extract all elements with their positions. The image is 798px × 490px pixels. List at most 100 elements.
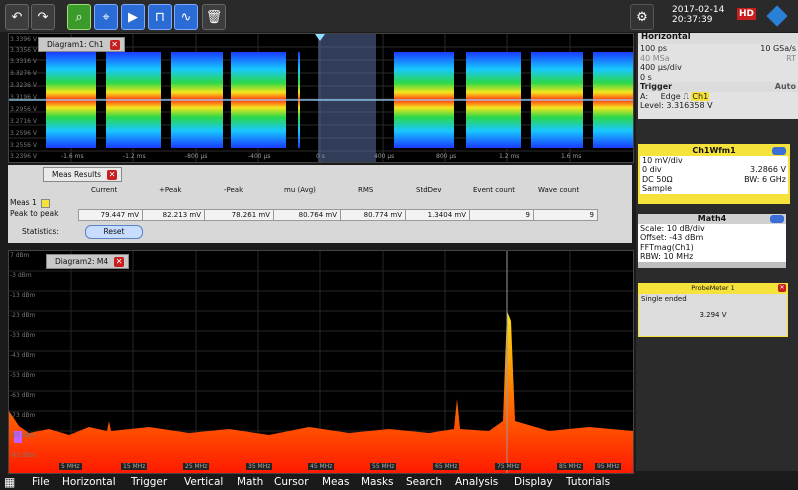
probemeter-box[interactable]: ProbeMeter 1 ✕ Single ended 3.294 V [638,283,788,337]
rohde-schwarz-logo-icon [766,5,788,27]
value-cell: 9 [533,209,598,221]
x-label: 55 MHz [370,463,397,470]
menu-cursor[interactable]: Cursor [274,476,309,488]
value-cell: 79.447 mV [78,209,143,221]
menu-meas[interactable]: Meas [322,476,349,488]
time-text: 20:37:39 [672,15,713,25]
redo-button[interactable]: ↷ [31,4,55,30]
meas-results-tab[interactable]: Meas Results ✕ [43,167,123,182]
col-header: Current [91,186,118,194]
ch1-bandwidth: BW: 6 GHz [744,174,786,184]
toolbar: ↶ ↷ ⌕ ⌖ ▶ ⊓ ∿ 🗑 ⚙ 2017-02-14 20:37:39 HD [0,0,798,32]
menu-math[interactable]: Math [237,476,263,488]
x-label: -1.6 ms [61,153,84,160]
close-icon[interactable]: ✕ [107,169,118,180]
record-length: 40 MSa [640,53,670,63]
y-label: -83 dBm [10,432,36,439]
value-cell: 78.261 mV [204,209,274,221]
close-icon[interactable]: ✕ [114,256,125,267]
menu-tutorials[interactable]: Tutorials [566,476,610,488]
math4-box[interactable]: Math4 Scale: 10 dB/div Offset: -43 dBm F… [638,214,786,268]
marker-button[interactable]: ▶ [121,4,145,30]
fft-button[interactable]: ∿ [174,4,198,30]
x-label: -800 µs [185,153,208,160]
y-label: -93 dBm [10,452,36,459]
menu-trigger[interactable]: Trigger [131,476,167,488]
y-label: -43 dBm [10,352,36,359]
x-label: 25 MHz [183,463,210,470]
ch1wfm-box[interactable]: Ch1Wfm1 10 mV/div 0 div 3.2866 V DC 50Ω BW… [638,144,790,204]
undo-button[interactable]: ↶ [5,4,29,30]
math4-title: Math4 [697,214,727,223]
x-label: 95 MHz [595,463,622,470]
zoom-button[interactable]: ⌕ [67,4,91,30]
minimize-icon[interactable] [772,147,786,155]
value-cell: 80.764 mV [273,209,341,221]
x-label: 45 MHz [308,463,335,470]
col-header: +Peak [159,186,182,194]
diagram2-spectrum [9,251,633,473]
diagram2-panel[interactable]: Diagram2: M4 ✕ 7 dBm -3 dBm -13 dBm -23 … [8,250,634,474]
diagram1-tab[interactable]: Diagram1: Ch1 ✕ [38,37,125,52]
apps-grid-icon[interactable]: ▦ [4,475,15,489]
value-cell: 80.774 mV [340,209,406,221]
settings-button[interactable]: ⚙ [630,4,654,30]
statistics-label: Statistics: [22,227,59,236]
trigger-type: Edge [660,91,681,101]
y-label: 7 dBm [10,252,30,259]
menu-analysis[interactable]: Analysis [455,476,498,488]
menu-file[interactable]: File [32,476,50,488]
diagram2-tab[interactable]: Diagram2: M4 ✕ [46,254,130,269]
y-label: 3.2556 V [10,142,38,149]
x-label: 800 µs [436,153,457,160]
acq-mode: RT [786,53,796,63]
y-label: 3.2596 V [10,130,38,137]
value-cell: 82.213 mV [142,209,205,221]
menu-horizontal[interactable]: Horizontal [62,476,116,488]
trigger-mode: Auto [774,82,796,91]
hd-badge[interactable]: HD [737,8,757,20]
meas-results-panel: Meas Results ✕ Current +Peak -Peak mu (A… [8,165,632,243]
reset-button[interactable]: Reset [85,225,143,239]
ch1-mode: Sample [642,184,672,193]
x-label: -1.2 ms [123,153,146,160]
trigger-title: Trigger [640,82,673,91]
close-icon[interactable]: ✕ [778,284,786,292]
menu-vertical[interactable]: Vertical [184,476,223,488]
fft-icon: ∿ [180,9,192,25]
x-label: 1.2 ms [499,153,520,160]
redo-icon: ↷ [37,9,49,25]
close-icon[interactable]: ✕ [109,39,120,50]
ch1-offset: 3.2866 V [749,165,786,174]
value-cell: 9 [469,209,534,221]
y-label: 3.2396 V [10,153,38,160]
edge-icon: ⎍ [683,91,689,101]
col-header: StdDev [416,186,442,194]
ch1wfm-title-text: Ch1Wfm1 [692,146,736,155]
measure-button[interactable]: ⌖ [94,4,118,30]
zoom-icon: ⌕ [75,9,83,25]
meas-results-tab-label: Meas Results [52,170,102,179]
y-label: 3.3236 V [10,82,38,89]
col-header: Event count [473,186,516,194]
right-panel: Horizontal 100 ps 10 GSa/s 40 MSa RT 400… [636,32,798,471]
trigger-source: A: [640,91,649,101]
y-label: -23 dBm [10,312,36,319]
row-label: Peak to peak [10,209,59,218]
mask-button[interactable]: ⊓ [148,4,172,30]
menu-search[interactable]: Search [406,476,442,488]
measure-icon: ⌖ [102,9,110,25]
menu-display[interactable]: Display [514,476,553,488]
delete-button[interactable]: 🗑 [202,4,226,30]
col-header: -Peak [224,186,244,194]
diagram1-panel[interactable]: Diagram1: Ch1 ✕ 3.3396 V 3.3356 V 3.3316… [8,33,634,163]
col-header: RMS [358,186,374,194]
math4-expression: FFTmag(Ch1) [640,242,694,252]
y-label: 3.3196 V [10,94,38,101]
time-offset: 0 s [640,72,652,82]
clock: 2017-02-14 20:37:39 [672,5,724,25]
math4-scale: Scale: 10 dB/div [640,223,705,233]
minimize-icon[interactable] [770,215,784,223]
horizontal-box[interactable]: Horizontal 100 ps 10 GSa/s 40 MSa RT 400… [638,32,798,119]
menu-masks[interactable]: Masks [361,476,394,488]
